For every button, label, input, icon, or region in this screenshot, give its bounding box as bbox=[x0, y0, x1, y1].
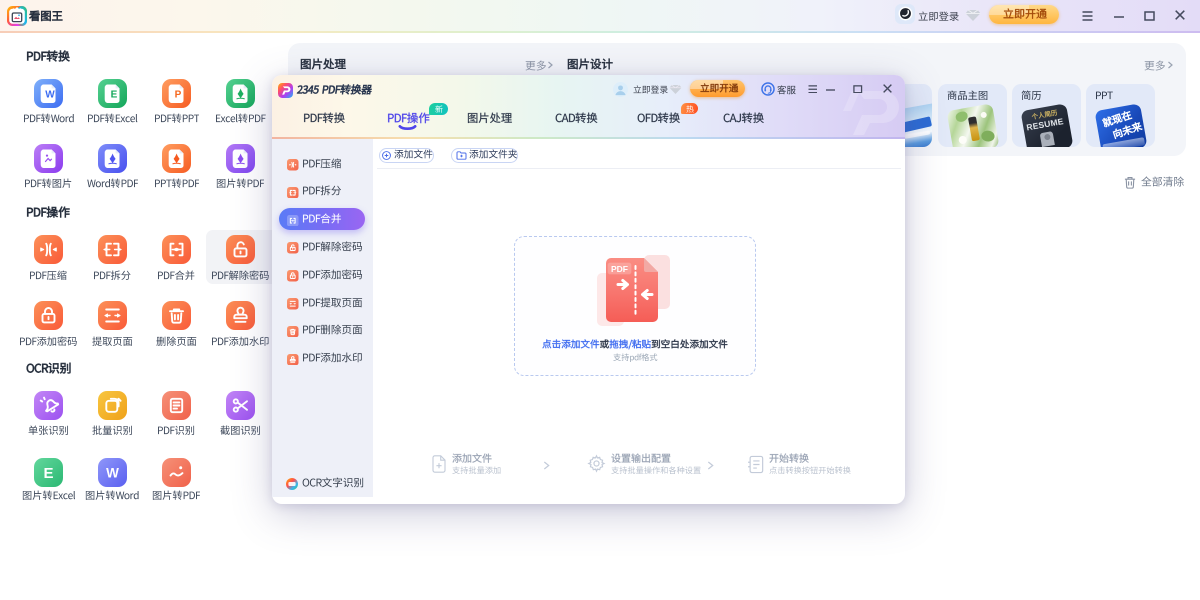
svg-text:W: W bbox=[45, 89, 55, 100]
svg-text:W: W bbox=[106, 465, 119, 480]
svg-text:E: E bbox=[43, 465, 53, 482]
svg-text:E: E bbox=[110, 89, 117, 100]
svg-text:P: P bbox=[174, 89, 181, 100]
svg-text:PDF: PDF bbox=[611, 264, 628, 274]
